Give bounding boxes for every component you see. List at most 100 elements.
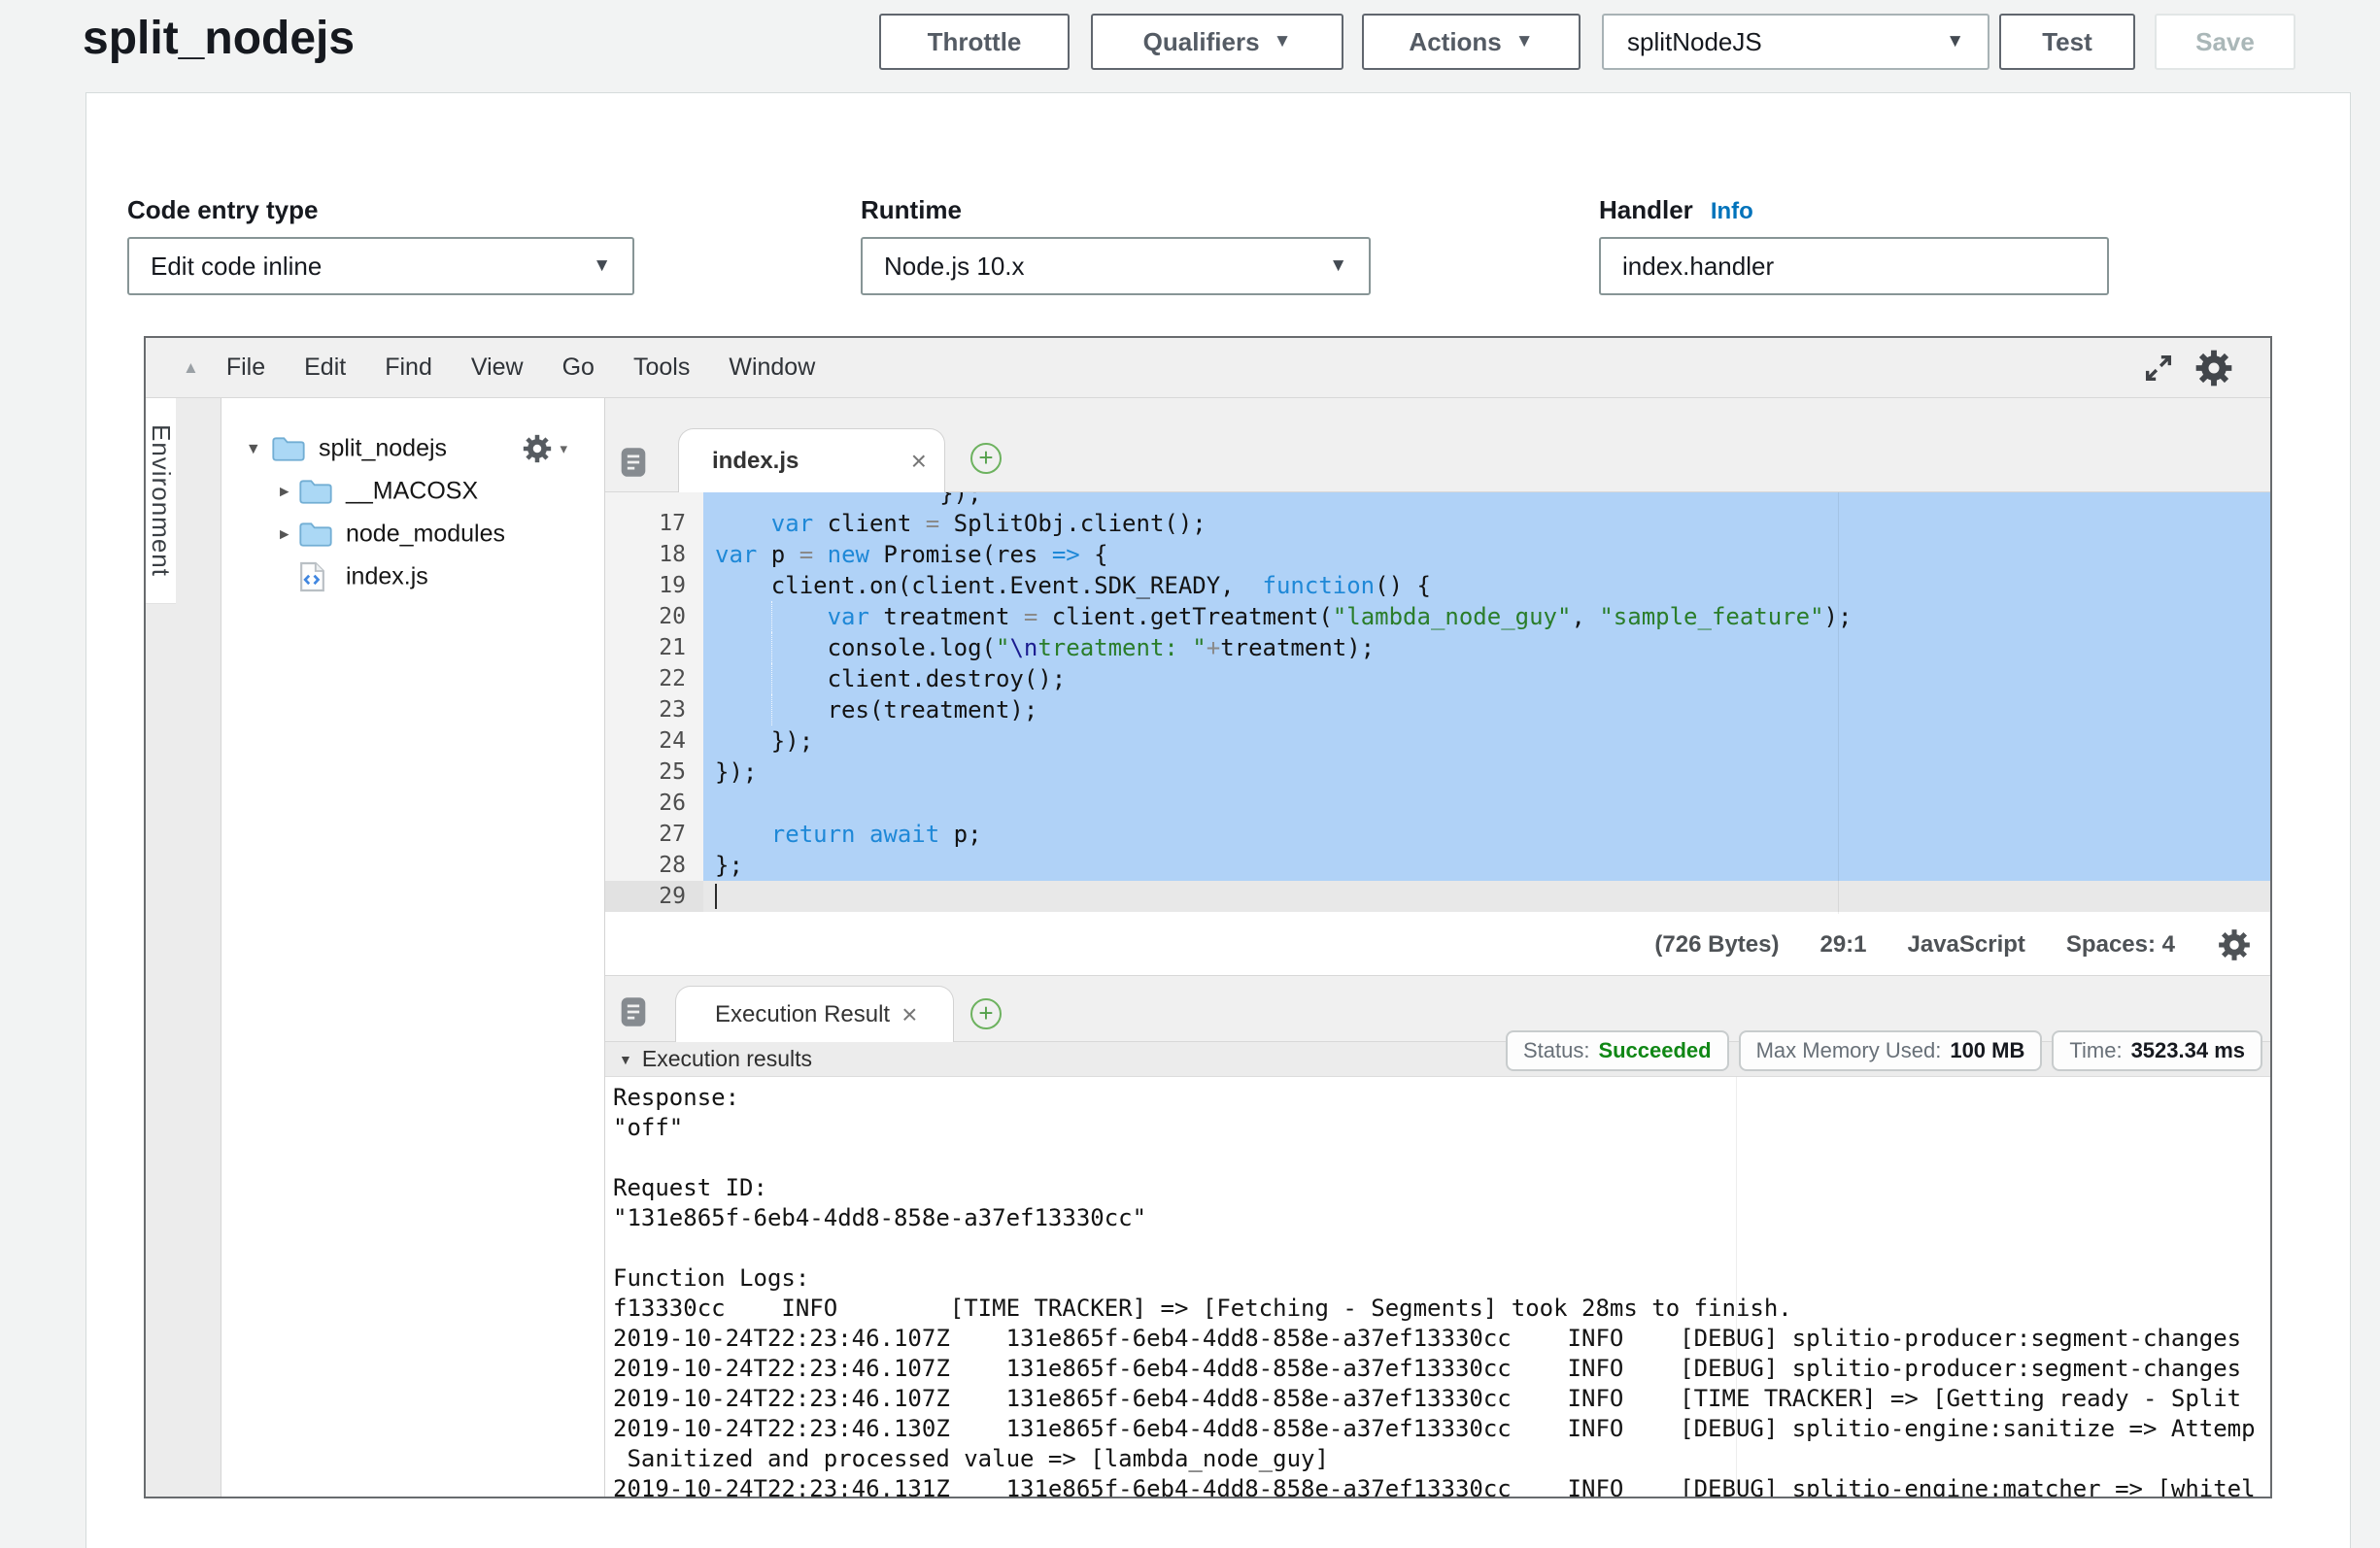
new-tab-icon[interactable]: + <box>970 998 1002 1029</box>
environment-tab[interactable]: Environment <box>146 398 176 604</box>
tab-execution-result-label: Execution Result <box>715 1001 890 1028</box>
code-line-partial[interactable]: }); <box>605 492 2270 508</box>
tab-index-js-label: index.js <box>712 448 799 475</box>
status-badge: Time:3523.34 ms <box>2052 1030 2262 1071</box>
text-cursor <box>715 884 717 909</box>
language-mode[interactable]: JavaScript <box>1908 931 2025 959</box>
handler-input[interactable] <box>1622 252 2107 282</box>
editor-status-bar: (726 Bytes) 29:1 JavaScript Spaces: 4 <box>605 914 2270 975</box>
actions-button[interactable]: Actions ▼ <box>1362 14 1581 70</box>
line-number: 27 <box>605 819 703 850</box>
tree-item-node_modules[interactable]: ▸node_modules <box>221 513 604 555</box>
collapse-results-icon[interactable]: ▼ <box>619 1052 632 1067</box>
alias-select[interactable]: splitNodeJS ▼ <box>1602 14 1989 70</box>
line-number: 29 <box>605 881 703 912</box>
runtime-select[interactable]: Node.js 10.x ▼ <box>861 237 1371 295</box>
collapse-icon[interactable]: ▾ <box>249 438 258 460</box>
tab-list-icon[interactable] <box>619 996 648 1027</box>
test-button-label: Test <box>2042 27 2092 57</box>
menu-view[interactable]: View <box>471 353 524 382</box>
status-gear-icon[interactable] <box>2216 926 2253 963</box>
menu-file[interactable]: File <box>226 353 265 382</box>
menu-bar-items: File Edit Find View Go Tools Window <box>226 353 815 382</box>
line-number <box>605 492 703 508</box>
alias-select-value: splitNodeJS <box>1627 27 1762 57</box>
menu-go[interactable]: Go <box>562 353 595 382</box>
tree-settings-gear-icon[interactable]: ▾ <box>521 432 567 465</box>
caret-down-icon: ▼ <box>593 255 611 277</box>
execution-results-header: ▼ Execution results Status:SucceededMax … <box>605 1042 2270 1077</box>
qualifiers-button[interactable]: Qualifiers ▼ <box>1091 14 1343 70</box>
menu-window[interactable]: Window <box>729 353 815 382</box>
code-line-21[interactable]: 21 console.log("\ntreatment: "+treatment… <box>605 632 2270 663</box>
tab-list-icon[interactable] <box>619 447 648 478</box>
handler-info-link[interactable]: Info <box>1711 198 1753 225</box>
close-tab-icon[interactable]: × <box>901 999 917 1030</box>
line-number: 21 <box>605 632 703 663</box>
throttle-button[interactable]: Throttle <box>879 14 1070 70</box>
tree-item-label: split_nodejs <box>319 435 447 463</box>
code-area[interactable]: });17 var client = SplitObj.client();18v… <box>605 492 2270 914</box>
code-entry-type-value: Edit code inline <box>151 252 322 282</box>
file-tree: ▾ split_nodejs ▾ ▸ __MACOSX ▸node_modulesinde… <box>221 398 605 1497</box>
code-line-22[interactable]: 22 client.destroy(); <box>605 663 2270 694</box>
cloud9-editor: ▲ File Edit Find View Go Tools Window Environm… <box>144 336 2272 1498</box>
editor-body: Environment ▾ split_nodejs ▾ ▸ __MACOSX ▸node… <box>146 398 2270 1497</box>
close-tab-icon[interactable]: × <box>911 446 927 477</box>
caret-down-icon: ▼ <box>1946 31 1964 52</box>
handler-field-wrap <box>1599 237 2109 295</box>
new-tab-icon[interactable]: + <box>970 443 1002 474</box>
menu-tools[interactable]: Tools <box>633 353 690 382</box>
code-line-19[interactable]: 19 client.on(client.Event.SDK_READY, fun… <box>605 570 2270 601</box>
runtime-label: Runtime <box>861 195 962 225</box>
tab-execution-result[interactable]: Execution Result × <box>675 986 954 1042</box>
handler-label: Handler Info <box>1599 195 1753 225</box>
save-button[interactable]: Save <box>2155 14 2295 70</box>
collapse-pane-icon[interactable]: ▲ <box>183 358 199 378</box>
code-line-27[interactable]: 27 return await p; <box>605 819 2270 850</box>
code-line-28[interactable]: 28}; <box>605 850 2270 881</box>
code-line-18[interactable]: 18var p = new Promise(res => { <box>605 539 2270 570</box>
code-line-23[interactable]: 23 res(treatment); <box>605 694 2270 725</box>
menu-find[interactable]: Find <box>385 353 432 382</box>
code-line-29[interactable]: 29 <box>605 881 2270 912</box>
tree-item-__MACOSX[interactable]: ▸ __MACOSX <box>221 470 604 513</box>
editor-settings-gear-icon[interactable] <box>2193 347 2235 389</box>
line-number: 28 <box>605 850 703 881</box>
function-code-panel: Code entry type Edit code inline ▼ Runti… <box>85 92 2351 1548</box>
menu-edit[interactable]: Edit <box>304 353 346 382</box>
execution-badges: Status:SucceededMax Memory Used:100 MBTi… <box>1506 1030 2262 1071</box>
line-number: 19 <box>605 570 703 601</box>
environment-sidebar: Environment <box>146 398 221 1497</box>
code-line-17[interactable]: 17 var client = SplitObj.client(); <box>605 508 2270 539</box>
indent-setting[interactable]: Spaces: 4 <box>2066 931 2175 959</box>
code-line-26[interactable]: 26 <box>605 788 2270 819</box>
cursor-position[interactable]: 29:1 <box>1819 931 1866 959</box>
tree-item-label: __MACOSX <box>346 478 478 506</box>
folder-icon <box>299 479 332 505</box>
status-badge: Max Memory Used:100 MB <box>1739 1030 2043 1071</box>
test-button[interactable]: Test <box>1999 14 2135 70</box>
caret-down-icon: ▼ <box>1515 31 1534 52</box>
code-line-20[interactable]: 20 var treatment = client.getTreatment("… <box>605 601 2270 632</box>
folder-icon <box>272 436 305 462</box>
lambda-console-page: split_nodejs Throttle Qualifiers ▼ Actio… <box>0 0 2380 1548</box>
editor-menu-bar: ▲ File Edit Find View Go Tools Window <box>146 338 2270 398</box>
code-line-25[interactable]: 25}); <box>605 757 2270 788</box>
actions-button-label: Actions <box>1409 27 1501 57</box>
expand-icon[interactable]: ▸ <box>280 481 289 503</box>
line-number: 24 <box>605 725 703 757</box>
tree-item-split_nodejs[interactable]: ▾ split_nodejs ▾ <box>221 427 604 470</box>
tab-index-js[interactable]: index.js × <box>678 428 945 492</box>
code-line-24[interactable]: 24 }); <box>605 725 2270 757</box>
expand-icon[interactable]: ▸ <box>280 523 289 546</box>
execution-log[interactable]: Response: "off" Request ID: "131e865f-6e… <box>605 1077 2270 1497</box>
runtime-value: Node.js 10.x <box>884 252 1025 282</box>
code-entry-type-select[interactable]: Edit code inline ▼ <box>127 237 634 295</box>
line-number: 25 <box>605 757 703 788</box>
fullscreen-icon[interactable] <box>2142 352 2175 385</box>
tree-item-index.js[interactable]: index.js <box>221 555 604 598</box>
caret-down-icon: ▼ <box>1329 255 1347 277</box>
throttle-button-label: Throttle <box>928 27 1022 57</box>
line-number: 17 <box>605 508 703 539</box>
